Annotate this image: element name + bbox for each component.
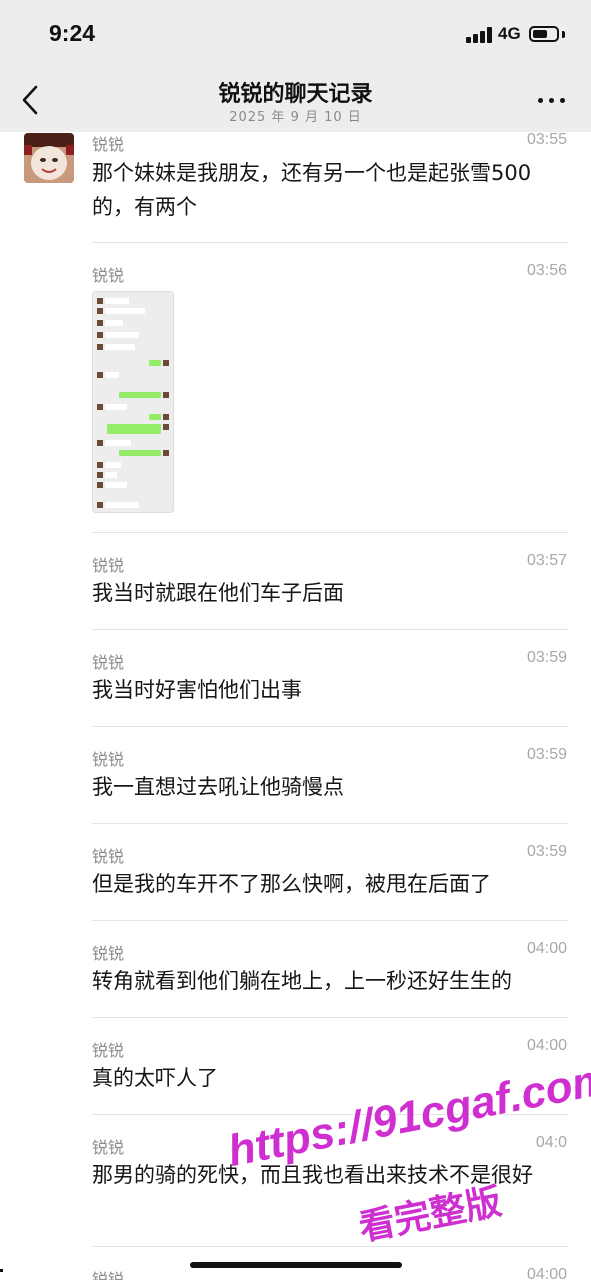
- divider: [92, 1017, 568, 1018]
- sender-name: 锐锐: [92, 1270, 125, 1280]
- divider: [92, 242, 568, 243]
- divider: [92, 920, 568, 921]
- page-title: 锐锐的聊天记录: [218, 82, 373, 107]
- status-time: 9:24: [49, 20, 96, 46]
- chat-message: 锐锐 03:57 我当时就跟在他们车子后面: [0, 552, 591, 630]
- chat-message: 锐锐 04:0 那男的骑的死快，而且我也看出来技术不是很好: [0, 1134, 591, 1246]
- sender-name: 锐锐: [92, 847, 125, 866]
- message-time: 03:59: [526, 649, 567, 666]
- edge-dot: [0, 1269, 3, 1272]
- battery-tip: [562, 31, 565, 38]
- chat-message: 锐锐 03:59 我一直想过去吼让他骑慢点: [0, 746, 591, 824]
- battery-icon: [529, 26, 559, 42]
- divider: [92, 726, 568, 727]
- message-text[interactable]: 那男的骑的死快，而且我也看出来技术不是很好: [92, 1158, 562, 1192]
- message-time: 03:57: [526, 552, 567, 569]
- home-indicator[interactable]: [190, 1262, 402, 1268]
- chat-history-screen: 9:24 4G 锐锐的聊天记录 2025 年 9 月 10 日 锐锐 03:55…: [0, 0, 591, 1280]
- message-text[interactable]: 但是我的车开不了那么快啊，被甩在后面了: [92, 867, 568, 901]
- divider: [92, 1114, 568, 1115]
- message-text[interactable]: 我当时好害怕他们出事: [92, 673, 568, 707]
- more-dots-icon: [538, 98, 543, 103]
- chat-message: 锐锐 04:00 转角就看到他们躺在地上，上一秒还好生生的: [0, 940, 591, 1018]
- chat-message: 锐锐 03:59 我当时好害怕他们出事: [0, 649, 591, 727]
- message-time: 04:00: [526, 940, 567, 957]
- divider: [92, 1246, 568, 1247]
- message-text[interactable]: 我一直想过去吼让他骑慢点: [92, 770, 568, 804]
- status-bar: 9:24 4G: [0, 0, 591, 70]
- message-time: 04:00: [526, 1037, 567, 1054]
- chat-message: 锐锐 04:00 真的太吓人了: [0, 1037, 591, 1115]
- message-text[interactable]: 我当时就跟在他们车子后面: [92, 576, 568, 610]
- message-text[interactable]: 转角就看到他们躺在地上，上一秒还好生生的: [92, 964, 568, 998]
- message-time: 03:55: [526, 131, 567, 148]
- message-time: 03:59: [526, 843, 567, 860]
- chat-message: 锐锐 03:55 那个妹妹是我朋友，还有另一个也是起张雪500的，有两个: [0, 131, 591, 243]
- message-time: 03:56: [526, 262, 567, 279]
- message-time: 03:59: [526, 746, 567, 763]
- network-type: 4G: [498, 24, 521, 43]
- signal-icon: [466, 27, 494, 43]
- divider: [92, 823, 568, 824]
- message-time: 04:0: [535, 1134, 567, 1151]
- sender-name: 锐锐: [92, 556, 125, 575]
- chat-message: 锐锐 03:56: [0, 262, 591, 532]
- sender-name: 锐锐: [92, 1041, 125, 1060]
- page-subtitle: 2025 年 9 月 10 日: [229, 110, 362, 125]
- image-thumbnail[interactable]: [92, 291, 174, 513]
- nav-bar: 锐锐的聊天记录 2025 年 9 月 10 日: [0, 70, 591, 132]
- message-text[interactable]: 那个妹妹是我朋友，还有另一个也是起张雪500的，有两个: [92, 156, 562, 224]
- message-time: 04:00: [526, 1266, 567, 1280]
- sender-name: 锐锐: [92, 944, 125, 963]
- message-text[interactable]: 真的太吓人了: [92, 1061, 568, 1095]
- sender-name: 锐锐: [92, 750, 125, 769]
- sender-name: 锐锐: [92, 135, 125, 154]
- sender-name: 锐锐: [92, 1138, 125, 1157]
- chat-message: 锐锐 04:00: [0, 1266, 591, 1280]
- sender-name: 锐锐: [92, 653, 125, 672]
- sender-name: 锐锐: [92, 266, 125, 285]
- chat-message: 锐锐 03:59 但是我的车开不了那么快啊，被甩在后面了: [0, 843, 591, 921]
- divider: [92, 532, 568, 533]
- more-button[interactable]: [534, 90, 570, 110]
- divider: [92, 629, 568, 630]
